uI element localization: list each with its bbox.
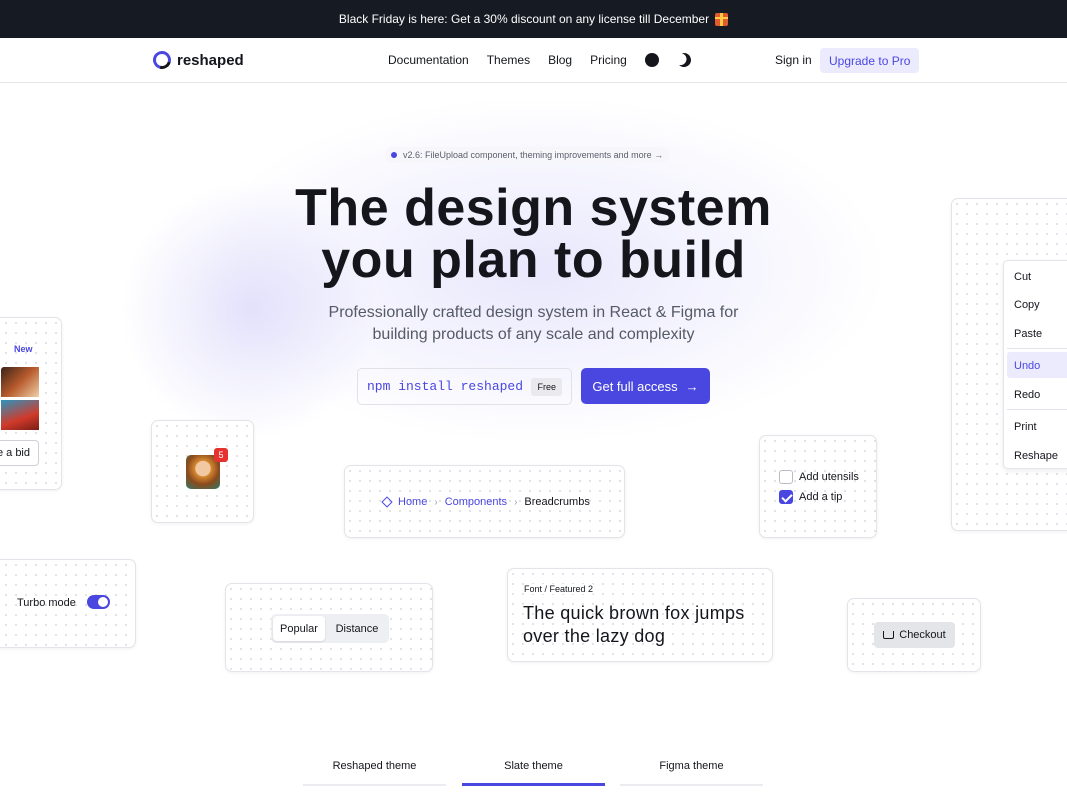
menu-item-reshape[interactable]: Reshape xyxy=(1014,450,1058,462)
tab-slate-theme[interactable]: Slate theme xyxy=(462,760,605,772)
cart-icon xyxy=(883,631,895,639)
breadcrumb-components[interactable]: Components xyxy=(445,496,507,508)
menu-divider xyxy=(1007,348,1067,349)
nav-links: Documentation Themes Blog Pricing xyxy=(388,53,691,67)
hero-subtitle-line-1: Professionally crafted design system in … xyxy=(328,304,739,321)
context-menu-card: Cut Copy Paste Undo Redo Print Reshape xyxy=(951,198,1067,531)
breadcrumbs-card: Home › Components › Breadcrumbs xyxy=(344,465,625,538)
breadcrumb-current: Breadcrumbs xyxy=(524,496,590,508)
tab-underline xyxy=(303,784,446,786)
breadcrumb-separator: › xyxy=(434,496,438,508)
nav-link-documentation[interactable]: Documentation xyxy=(388,53,469,67)
get-full-access-button[interactable]: Get full access → xyxy=(581,368,710,404)
top-navigation: reshaped Documentation Themes Blog Prici… xyxy=(0,38,1067,83)
npm-install-snippet[interactable]: npm install reshaped Free xyxy=(357,368,572,405)
version-text: v2.6: FileUpload component, theming impr… xyxy=(403,150,664,160)
breadcrumb-home[interactable]: Home xyxy=(398,496,427,508)
menu-item-redo[interactable]: Redo xyxy=(1014,389,1040,401)
breadcrumb-separator: › xyxy=(514,496,518,508)
segment-distance[interactable]: Distance xyxy=(327,616,387,641)
gift-icon xyxy=(715,12,729,26)
checkbox-card: Add utensils Add a tip xyxy=(759,435,877,538)
segment-popular[interactable]: Popular xyxy=(273,616,325,641)
place-bid-button[interactable]: e a bid xyxy=(0,440,39,466)
tab-underline-active xyxy=(462,783,605,786)
menu-item-paste[interactable]: Paste xyxy=(1014,328,1042,340)
checkout-button[interactable]: Checkout xyxy=(874,622,955,648)
switch-card: Turbo mode xyxy=(0,559,136,648)
logo[interactable]: reshaped xyxy=(149,47,244,73)
font-style-tag: Font / Featured 2 xyxy=(524,584,594,594)
menu-item-print[interactable]: Print xyxy=(1014,421,1037,433)
dark-mode-icon[interactable] xyxy=(675,51,693,69)
tab-reshaped-theme[interactable]: Reshaped theme xyxy=(303,760,446,772)
hero-subtitle-line-2: building products of any scale and compl… xyxy=(372,326,695,343)
nav-link-blog[interactable]: Blog xyxy=(548,53,572,67)
notification-badge: 5 xyxy=(214,448,228,462)
get-full-access-label: Get full access xyxy=(592,378,678,394)
tab-figma-theme[interactable]: Figma theme xyxy=(620,760,763,772)
menu-item-undo[interactable]: Undo xyxy=(1014,360,1040,372)
font-sample-text: The quick brown fox jumps over the lazy … xyxy=(523,603,745,646)
announcement-dot-icon xyxy=(391,152,397,158)
github-icon[interactable] xyxy=(644,53,659,67)
checkbox-label: Add utensils xyxy=(799,471,859,483)
new-badge: New xyxy=(14,344,33,354)
checkbox-label: Add a tip xyxy=(799,491,843,503)
avatar-card: 5 xyxy=(151,420,254,523)
theme-tabs: Reshaped theme Slate theme Figma theme xyxy=(303,760,763,788)
checkout-card: Checkout xyxy=(847,598,981,672)
menu-item-copy[interactable]: Copy xyxy=(1014,299,1040,311)
turbo-mode-label: Turbo mode xyxy=(17,597,76,609)
nav-link-themes[interactable]: Themes xyxy=(487,53,530,67)
checkbox-checked-icon[interactable] xyxy=(779,490,793,504)
arrow-right-icon: → xyxy=(685,378,699,394)
checkout-label: Checkout xyxy=(899,629,946,641)
logo-icon xyxy=(149,47,175,73)
breadcrumb: Home › Components › Breadcrumbs xyxy=(381,496,590,508)
version-announcement[interactable]: v2.6: FileUpload component, theming impr… xyxy=(385,147,670,163)
product-image xyxy=(1,367,39,397)
bid-card: New e a bid xyxy=(0,317,62,490)
segmented-control-card: Popular Distance xyxy=(225,583,433,672)
logo-text: reshaped xyxy=(177,51,244,69)
tab-underline xyxy=(620,784,763,786)
turbo-mode-toggle[interactable] xyxy=(87,595,110,609)
checkbox-add-a-tip[interactable]: Add a tip xyxy=(779,490,842,504)
free-badge: Free xyxy=(531,378,562,396)
menu-divider xyxy=(1007,409,1067,410)
hero-title: The design system you plan to build xyxy=(0,182,1067,286)
sign-in-link[interactable]: Sign in xyxy=(775,53,812,67)
promo-banner-text: Black Friday is here: Get a 30% discount… xyxy=(338,12,710,26)
home-icon xyxy=(381,496,393,508)
product-image-secondary xyxy=(1,400,39,430)
hero-title-line-2: you plan to build xyxy=(321,231,746,289)
typography-card: Font / Featured 2 The quick brown fox ju… xyxy=(507,568,773,662)
nav-link-pricing[interactable]: Pricing xyxy=(590,53,627,67)
checkbox-add-utensils[interactable]: Add utensils xyxy=(779,470,859,484)
hero-title-line-1: The design system xyxy=(295,179,772,237)
hero-subtitle: Professionally crafted design system in … xyxy=(0,302,1067,346)
context-menu: Cut Copy Paste Undo Redo Print Reshape xyxy=(1003,260,1067,469)
promo-banner: Black Friday is here: Get a 30% discount… xyxy=(0,0,1067,38)
checkbox-unchecked-icon[interactable] xyxy=(779,470,793,484)
npm-command: npm install reshaped xyxy=(367,379,524,394)
menu-item-cut[interactable]: Cut xyxy=(1014,271,1031,283)
upgrade-button[interactable]: Upgrade to Pro xyxy=(820,48,920,73)
